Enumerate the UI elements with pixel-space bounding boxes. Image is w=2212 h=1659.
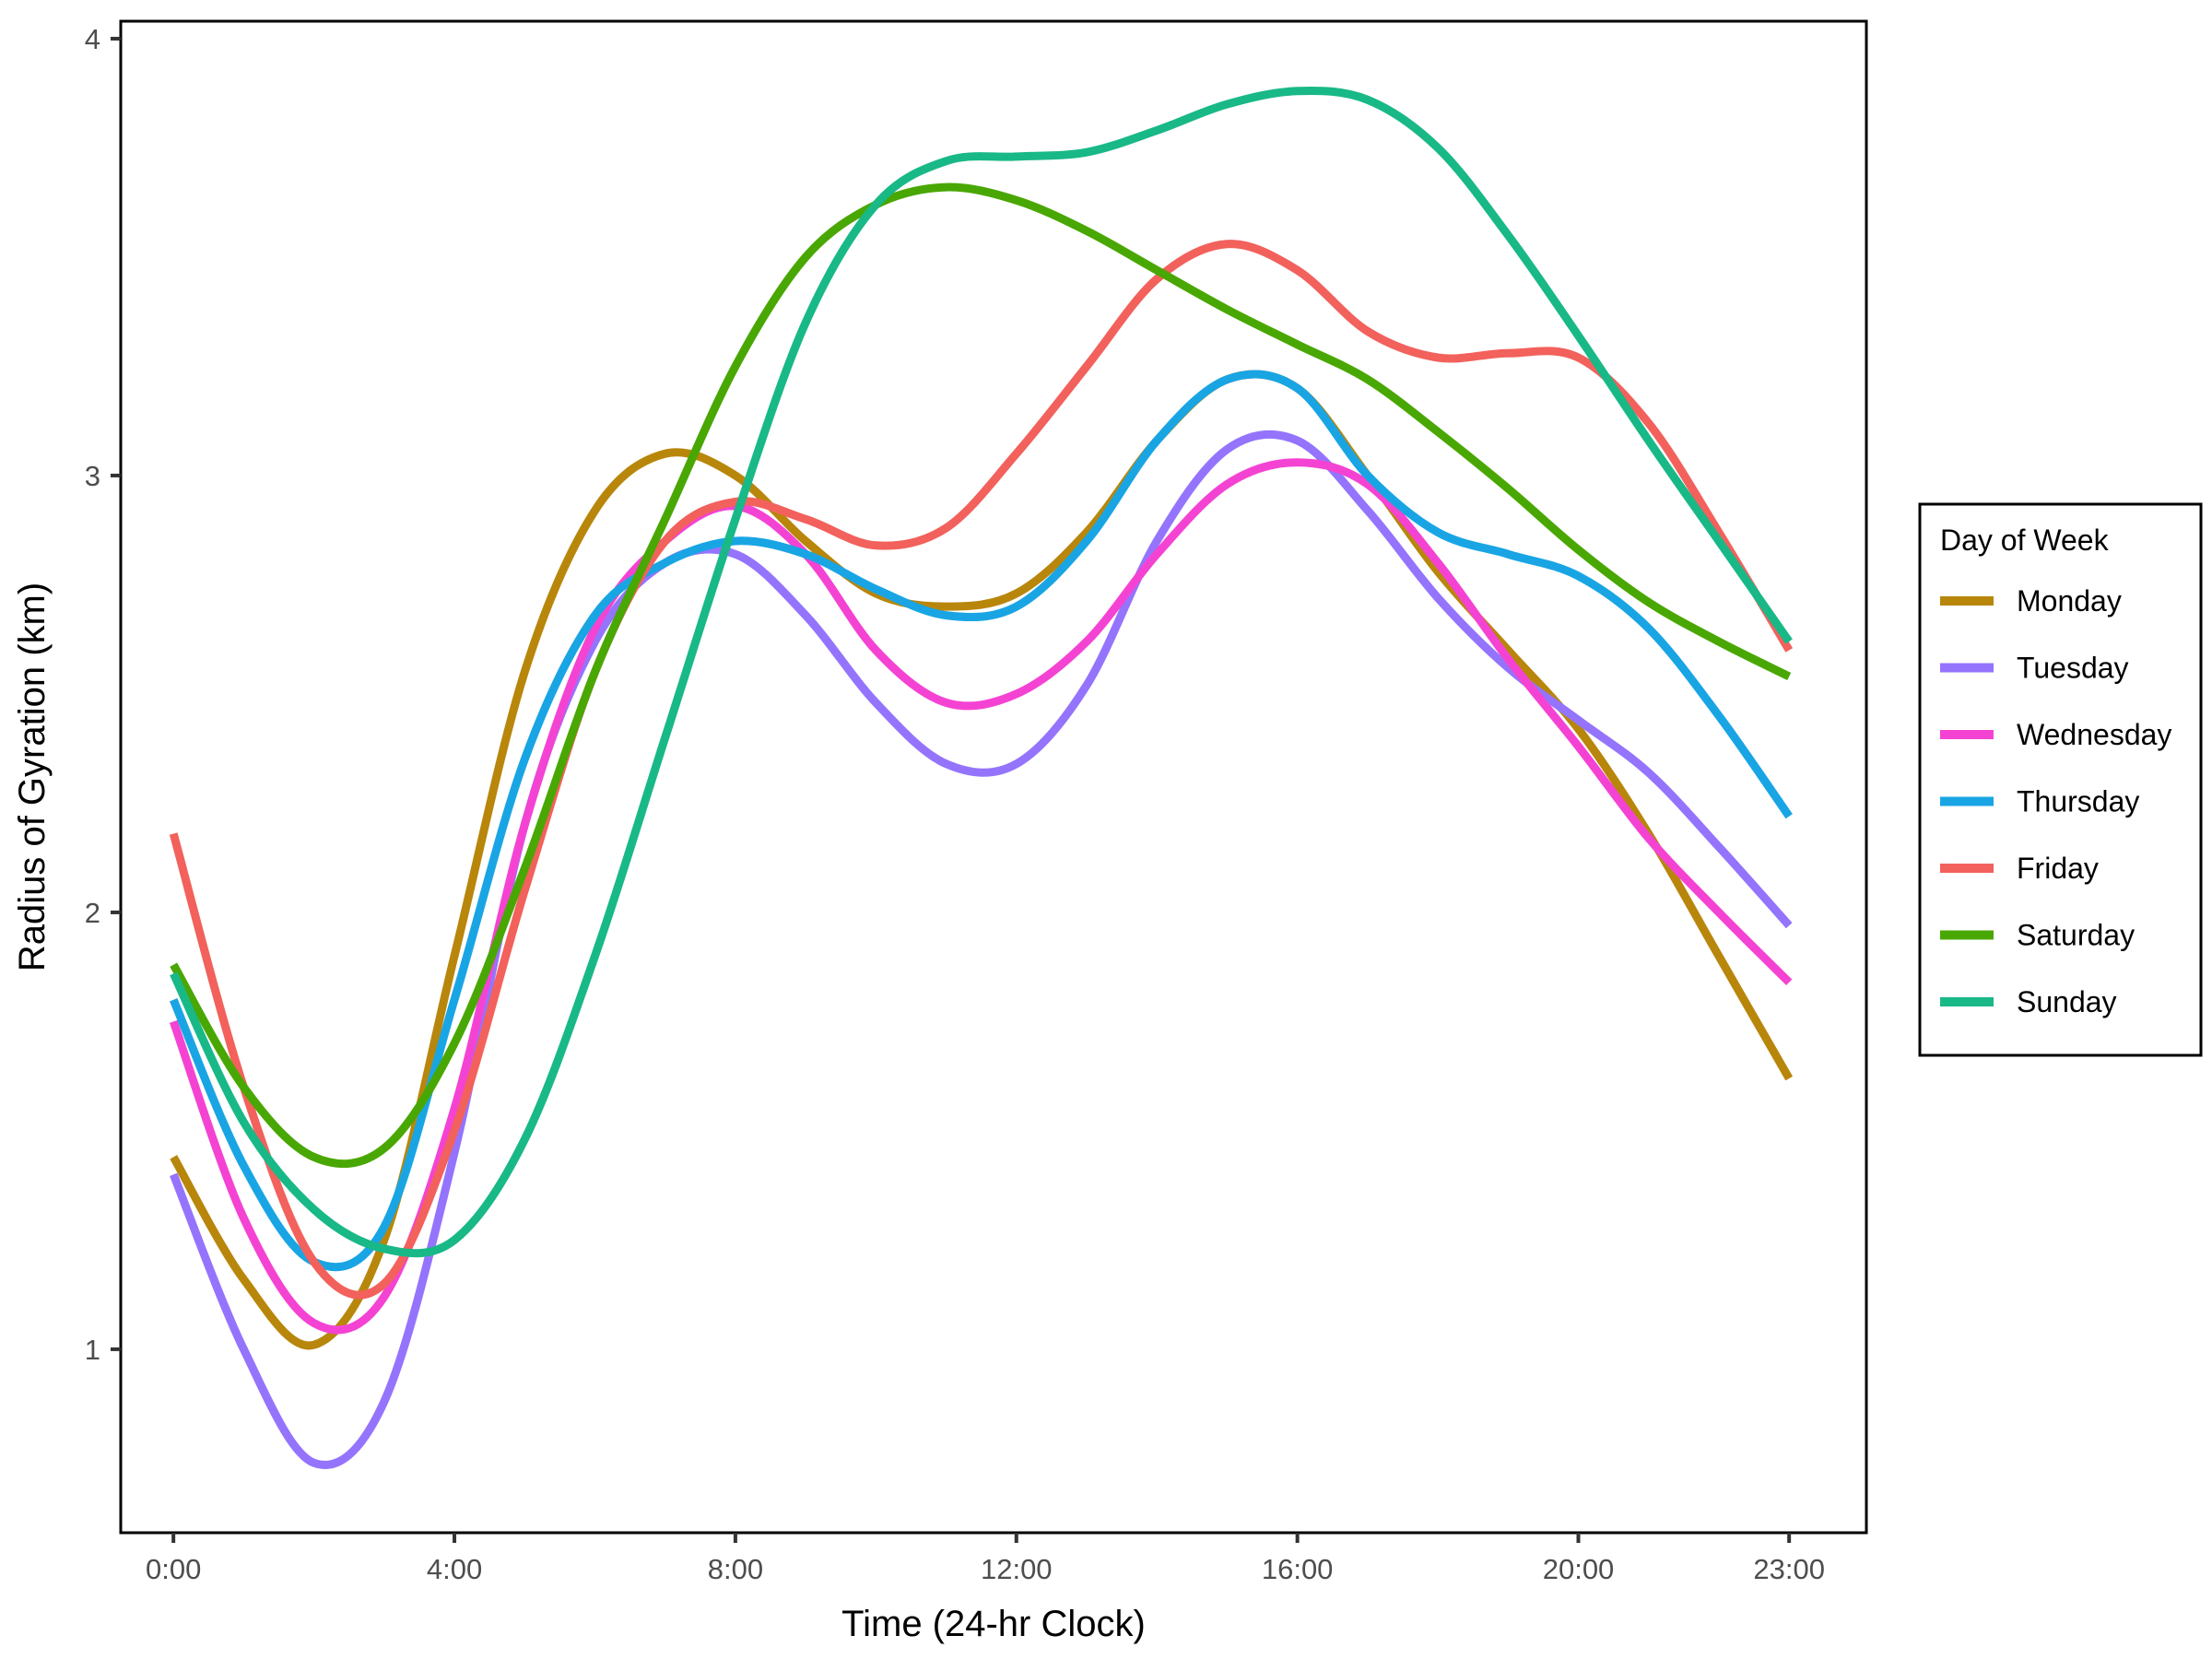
y-tick-label: 2	[85, 897, 100, 929]
x-tick-label: 23:00	[1753, 1553, 1825, 1585]
legend-title: Day of Week	[1940, 524, 2110, 557]
x-axis-title: Time (24-hr Clock)	[841, 1604, 1146, 1644]
legend-label: Thursday	[2017, 785, 2139, 818]
x-tick-label: 0:00	[146, 1553, 201, 1585]
legend-label: Wednesday	[2017, 718, 2171, 751]
x-tick-label: 16:00	[1262, 1553, 1334, 1585]
x-tick-label: 8:00	[708, 1553, 763, 1585]
line-chart: 0:00 4:00 8:00 12:00 16:00 20:00 23:00 1 2 3 4 Ti…	[12, 19, 2203, 1644]
y-tick-label: 1	[85, 1334, 100, 1366]
y-tick-label: 4	[85, 23, 100, 55]
legend: Day of Week Monday Tuesday Wednesday Thursd…	[1918, 502, 2203, 1057]
x-axis: 0:00 4:00 8:00 12:00 16:00 20:00 23:00	[146, 1533, 1825, 1585]
x-tick-label: 4:00	[427, 1553, 482, 1585]
y-axis-title: Radius of Gyration (km)	[12, 582, 53, 971]
legend-label: Friday	[2017, 852, 2099, 885]
y-tick-label: 3	[85, 460, 100, 492]
y-axis: 1 2 3 4	[85, 23, 121, 1366]
x-tick-label: 20:00	[1543, 1553, 1615, 1585]
legend-label: Tuesday	[2017, 652, 2129, 685]
legend-label: Monday	[2017, 584, 2122, 618]
x-tick-label: 12:00	[981, 1553, 1053, 1585]
legend-label: Sunday	[2017, 985, 2117, 1018]
legend-label: Saturday	[2017, 919, 2135, 952]
